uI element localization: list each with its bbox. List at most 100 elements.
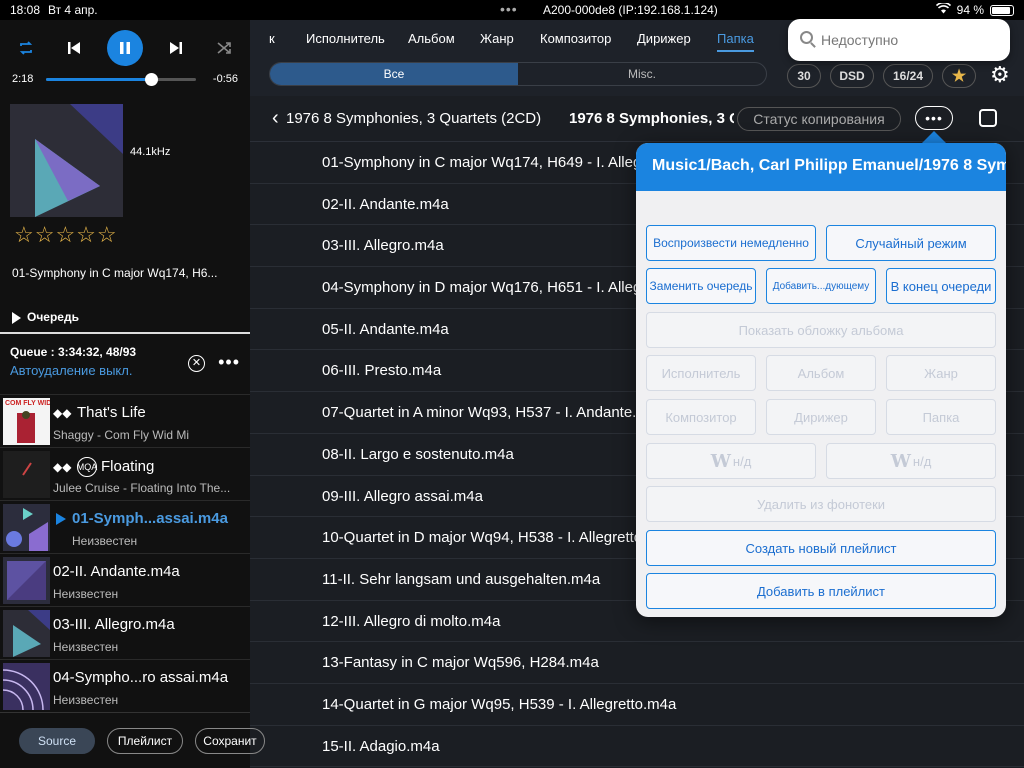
tab-album[interactable]: Альбом <box>408 31 455 46</box>
queue-toggle[interactable]: Очередь <box>12 310 79 324</box>
queue-item-active[interactable]: 01-Symph...assai.m4a Неизвестен <box>0 500 250 553</box>
queue-list: COM FLY WID MI ◆◆ That's Life Shaggy - Co… <box>0 394 250 712</box>
queue-thumb <box>3 610 50 657</box>
pause-button[interactable] <box>107 30 143 66</box>
queue-header: Queue : 3:34:32, 48/93 Автоудаление выкл… <box>10 345 245 385</box>
rating-stars[interactable]: ☆☆☆☆☆ <box>14 222 118 248</box>
go-conductor-button[interactable]: Дирижер <box>766 399 876 435</box>
file-row[interactable]: 14-Quartet in G major Wq95, H539 - I. Al… <box>250 684 1024 726</box>
shuffle-button[interactable]: Случайный режим <box>826 225 996 261</box>
album-cover[interactable] <box>10 104 123 217</box>
file-row[interactable]: 15-II. Adagio.m4a <box>250 726 1024 768</box>
breadcrumb: ‹ 1976 8 Symphonies, 3 Quartets (2CD) 19… <box>250 96 1024 142</box>
segment-misc[interactable]: Misc. <box>518 63 766 85</box>
progress-slider[interactable] <box>46 73 196 86</box>
copy-status-button[interactable]: Статус копирования <box>737 107 901 131</box>
go-album-button[interactable]: Альбом <box>766 355 876 391</box>
mqa-icon: MQA <box>77 457 97 477</box>
favorite-star-icon[interactable]: ★ <box>942 64 976 88</box>
add-to-playlist-button[interactable]: Добавить в плейлист <box>646 573 996 609</box>
battery-percent: 94 % <box>956 3 984 17</box>
auto-delete-status[interactable]: Автоудаление выкл. <box>10 363 245 378</box>
breadcrumb-parent[interactable]: 1976 8 Symphonies, 3 Quartets (2CD) <box>286 110 541 127</box>
tidal-icon: ◆◆ <box>53 406 72 421</box>
battery: 94 % <box>935 1 1014 17</box>
add-to-end-button[interactable]: В конец очереди <box>886 268 996 304</box>
tab-composer[interactable]: Композитор <box>540 31 611 46</box>
queue-item[interactable]: 04-Sympho...ro assai.m4a Неизвестен <box>0 659 250 712</box>
triangle-right-icon <box>12 311 21 324</box>
queue-item[interactable]: 02-II. Andante.m4a Неизвестен <box>0 553 250 606</box>
replace-queue-button[interactable]: Заменить очередь <box>646 268 756 304</box>
progress-row: 2:18 -0:56 <box>0 72 250 88</box>
queue-item-title-text: Floating <box>101 457 155 475</box>
queue-thumb <box>3 557 50 604</box>
search-input[interactable]: Недоступно <box>788 19 1010 61</box>
queue-thumb: COM FLY WID MI <box>3 398 50 445</box>
select-checkbox-icon[interactable] <box>979 109 997 127</box>
back-icon[interactable]: ‹ <box>272 107 279 130</box>
queue-item-title-text: That's Life <box>77 404 146 421</box>
previous-icon[interactable] <box>56 30 92 66</box>
status-bar: 18:08 Вт 4 апр. ••• A200-000de8 (IP:192.… <box>0 0 1024 20</box>
close-circle-icon[interactable]: ✕ <box>188 355 205 372</box>
now-playing-title: 01-Symphony in C major Wq174, H6... <box>12 266 218 280</box>
go-artist-button[interactable]: Исполнитель <box>646 355 756 391</box>
file-row[interactable]: 13-Fantasy in C major Wq596, H284.m4a <box>250 642 1024 684</box>
queue-item-subtitle: Неизвестен <box>53 693 119 707</box>
more-icon[interactable]: ••• <box>218 352 240 373</box>
thumb-caption: COM FLY WID MI <box>5 400 50 407</box>
divider <box>0 332 250 334</box>
wikipedia-na-label: н/д <box>912 453 932 469</box>
filter-30-button[interactable]: 30 <box>787 64 821 88</box>
wikipedia-button-2[interactable]: Wн/д <box>826 443 996 479</box>
repeat-icon[interactable] <box>8 30 44 66</box>
wikipedia-icon: W <box>710 450 731 472</box>
create-playlist-button[interactable]: Создать новый плейлист <box>646 530 996 566</box>
filter-dsd-button[interactable]: DSD <box>830 64 874 88</box>
queue-toggle-label: Очередь <box>27 310 79 324</box>
breadcrumb-current: 1976 8 Symphonies, 3 Quartets (2CD) <box>569 110 734 127</box>
source-button[interactable]: Source <box>19 728 95 754</box>
wikipedia-na-label: н/д <box>732 453 752 469</box>
search-icon <box>800 31 813 44</box>
multitask-dots-icon[interactable]: ••• <box>500 1 518 17</box>
tab-genre[interactable]: Жанр <box>480 31 514 46</box>
queue-item[interactable]: 03-III. Allegro.m4a Неизвестен <box>0 606 250 659</box>
queue-item[interactable]: ◆◆ MQA Floating Julee Cruise - Floating In… <box>0 447 250 500</box>
show-cover-button[interactable]: Показать обложку альбома <box>646 312 996 348</box>
progress-fill <box>46 78 151 81</box>
go-genre-button[interactable]: Жанр <box>886 355 996 391</box>
next-icon[interactable] <box>158 30 194 66</box>
gear-icon[interactable]: ⚙ <box>990 64 1012 86</box>
wifi-icon <box>935 1 951 17</box>
segment-all[interactable]: Все <box>270 63 518 85</box>
tab-artist[interactable]: Исполнитель <box>306 31 385 46</box>
queue-summary: Queue : 3:34:32, 48/93 <box>10 345 137 359</box>
shuffle-icon[interactable] <box>206 30 242 66</box>
add-next-button[interactable]: Добавить...дующему <box>766 268 876 304</box>
status-time: 18:08 <box>10 3 41 17</box>
go-folder-button[interactable]: Папка <box>886 399 996 435</box>
more-options-button[interactable]: ••• <box>915 106 953 130</box>
tab-folder[interactable]: Папка <box>717 31 754 52</box>
queue-item[interactable]: COM FLY WID MI ◆◆ That's Life Shaggy - Co… <box>0 394 250 447</box>
wikipedia-button-1[interactable]: Wн/д <box>646 443 816 479</box>
tab-partial[interactable]: к <box>269 31 275 46</box>
queue-thumb <box>3 663 50 710</box>
queue-item-title: 02-II. Andante.m4a <box>53 563 180 580</box>
play-now-button[interactable]: Воспроизвести немедленно <box>646 225 816 261</box>
playing-indicator-icon <box>56 513 66 525</box>
filter-1624-button[interactable]: 16/24 <box>883 64 933 88</box>
tab-conductor[interactable]: Дирижер <box>637 31 691 46</box>
queue-item-subtitle: Julee Cruise - Floating Into The... <box>53 481 231 495</box>
queue-item-subtitle: Неизвестен <box>53 587 119 601</box>
progress-knob[interactable] <box>145 73 158 86</box>
battery-icon <box>990 4 1014 16</box>
go-composer-button[interactable]: Композитор <box>646 399 756 435</box>
playlist-button[interactable]: Плейлист <box>107 728 183 754</box>
queue-item-title: 04-Sympho...ro assai.m4a <box>53 669 229 686</box>
remaining-time: -0:56 <box>212 73 238 85</box>
queue-item-subtitle: Неизвестен <box>53 640 119 654</box>
delete-from-library-button[interactable]: Удалить из фонотеки <box>646 486 996 522</box>
